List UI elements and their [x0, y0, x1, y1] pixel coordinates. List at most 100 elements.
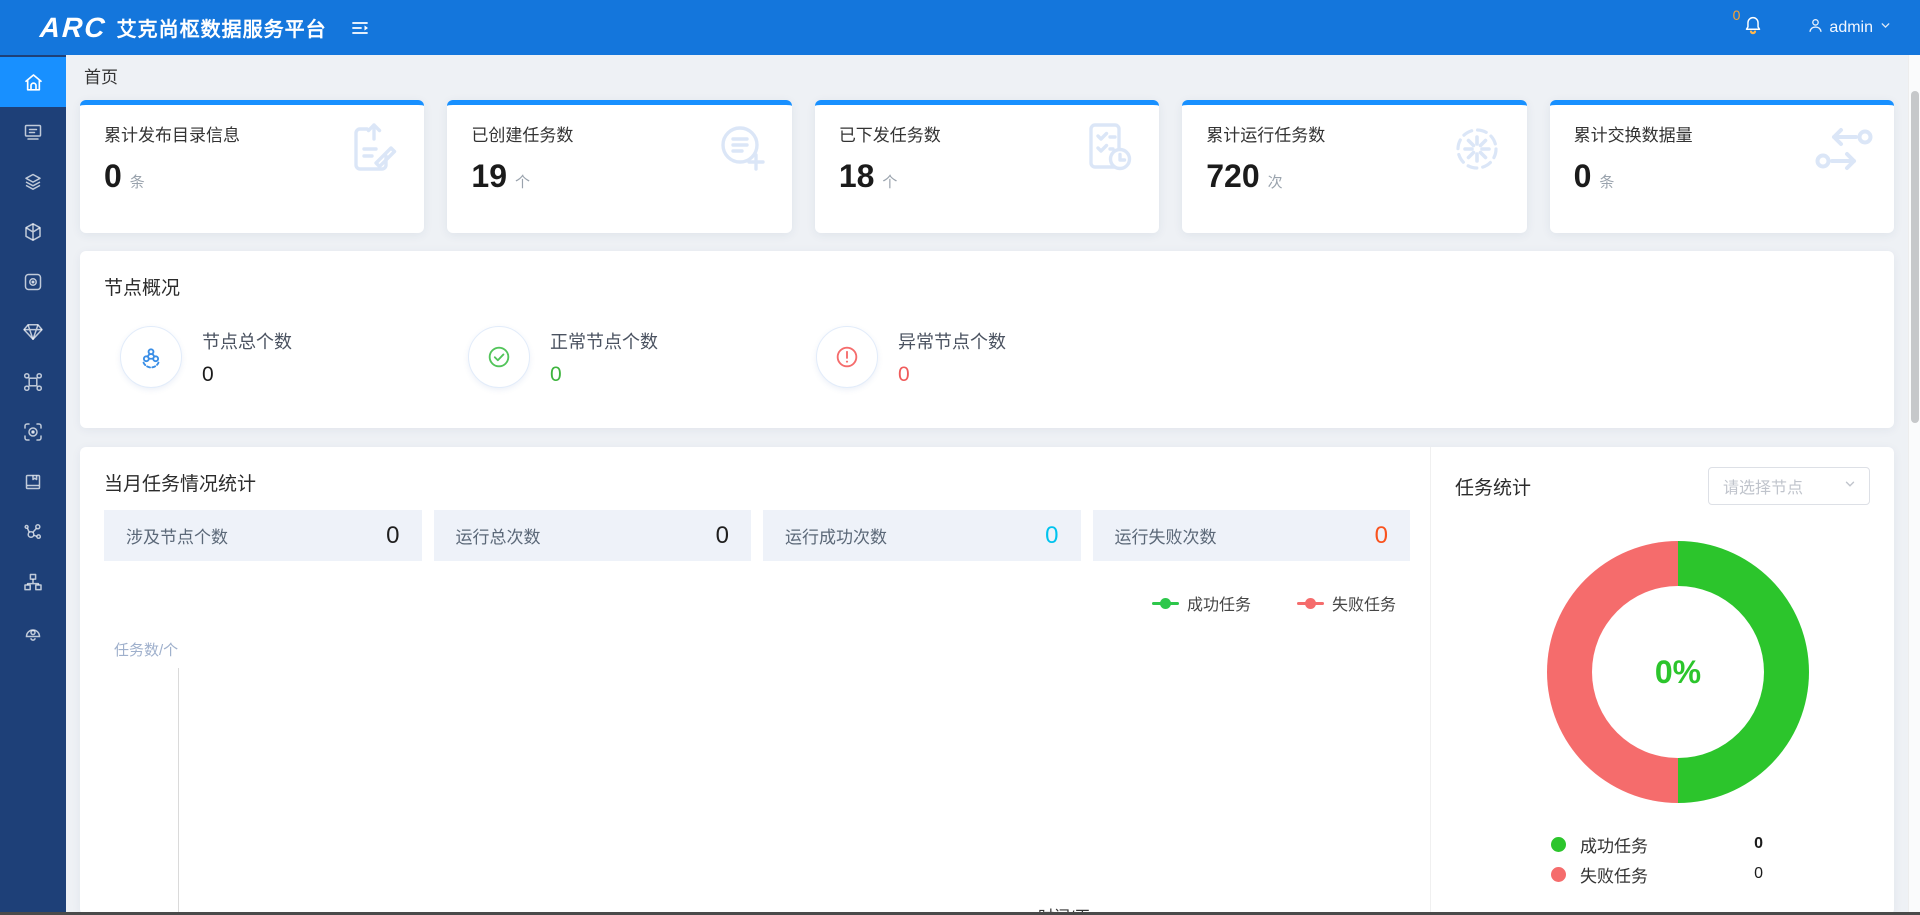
- task-stats-section: 任务统计 请选择节点 0% 成功任务: [1430, 447, 1894, 915]
- sidebar-item-alarm[interactable]: [0, 607, 66, 657]
- stat-box-label: 运行成功次数: [785, 523, 887, 548]
- node-overview-panel: 节点概况 节点总个数 0 正常节点个数: [80, 251, 1894, 428]
- sidebar-item-cube[interactable]: [0, 207, 66, 257]
- doc-publish-icon: [342, 117, 406, 186]
- node-abnormal-icon: [816, 326, 878, 388]
- layers-icon: [21, 170, 45, 194]
- app-root: ARC 艾克尚枢数据服务平台 0 admin: [0, 0, 1920, 915]
- node-total-icon: [120, 326, 182, 388]
- topbar: ARC 艾克尚枢数据服务平台 0 admin: [0, 0, 1920, 55]
- node-items: 节点总个数 0 正常节点个数 0: [104, 326, 1870, 388]
- sidebar-item-archive[interactable]: [0, 457, 66, 507]
- app-title: 艾克尚枢数据服务平台: [117, 13, 327, 42]
- stat-box-value: 0: [1375, 522, 1388, 550]
- node-select-dropdown[interactable]: 请选择节点: [1708, 467, 1870, 505]
- sidebar-item-sitemap[interactable]: [0, 557, 66, 607]
- target-scan-icon: [21, 420, 45, 444]
- stat-card-unit: 条: [1599, 171, 1614, 192]
- donut-legend-value: 0: [1754, 835, 1763, 853]
- stat-card-created-tasks: 已创建任务数 19个: [447, 100, 791, 233]
- chevron-down-icon: [1879, 19, 1892, 37]
- sidebar-item-catalog[interactable]: [0, 107, 66, 157]
- donut-legend-failed[interactable]: 失败任务 0: [1551, 859, 1763, 889]
- archive-box-icon: [21, 470, 45, 494]
- notification-button[interactable]: 0: [1733, 13, 1765, 42]
- sidebar-nav: [0, 55, 66, 915]
- success-dot: [1551, 837, 1566, 852]
- donut-legend-success[interactable]: 成功任务 0: [1551, 829, 1763, 859]
- node-item-label: 正常节点个数: [550, 328, 658, 354]
- stat-card-unit: 条: [130, 171, 145, 192]
- stat-box-total-runs: 运行总次数 0: [434, 510, 752, 561]
- failed-dot: [1551, 867, 1566, 882]
- task-dispatched-icon: [1077, 117, 1141, 186]
- sitemap-icon: [21, 570, 45, 594]
- bottom-panel: 当月任务情况统计 涉及节点个数 0 运行总次数 0 运行成功次数 0: [80, 447, 1894, 915]
- legend-label: 失败任务: [1332, 591, 1396, 615]
- legend-failed-tasks[interactable]: 失败任务: [1297, 591, 1396, 615]
- stat-cards-row: 累计发布目录信息 0条 已创建任务数 19个 已下发任务数 18个 累计运行任务…: [80, 100, 1894, 233]
- task-running-icon: [1445, 117, 1509, 186]
- monthly-task-section: 当月任务情况统计 涉及节点个数 0 运行总次数 0 运行成功次数 0: [80, 447, 1430, 915]
- username-label: admin: [1829, 19, 1873, 37]
- sidebar-item-molecule[interactable]: [0, 507, 66, 557]
- donut-legend-label: 成功任务: [1580, 832, 1648, 857]
- select-chevron-down-icon: [1843, 477, 1857, 496]
- node-item-value: 0: [898, 363, 1006, 387]
- select-placeholder: 请选择节点: [1723, 474, 1803, 498]
- data-exchange-icon: [1812, 117, 1876, 186]
- legend-success-tasks[interactable]: 成功任务: [1152, 591, 1251, 615]
- node-normal-icon: [468, 326, 530, 388]
- stat-card-value: 0: [1574, 158, 1592, 195]
- stat-box-success-runs: 运行成功次数 0: [763, 510, 1081, 561]
- sidebar-item-layers[interactable]: [0, 157, 66, 207]
- line-chart-legend: 成功任务 失败任务: [104, 591, 1410, 615]
- sidebar-item-home[interactable]: [0, 57, 66, 107]
- sidebar-item-box-gear[interactable]: [0, 257, 66, 307]
- donut-legend: 成功任务 0 失败任务 0: [1551, 829, 1763, 889]
- main-content: 首页 累计发布目录信息 0条 已创建任务数 19个 已下发任务数 18个 累计运…: [66, 55, 1920, 915]
- stat-card-dispatched-tasks: 已下发任务数 18个: [815, 100, 1159, 233]
- stat-box-nodes-involved: 涉及节点个数 0: [104, 510, 422, 561]
- task-stats-title: 任务统计: [1455, 473, 1531, 500]
- stat-card-value: 18: [839, 158, 875, 195]
- stat-card-value: 19: [471, 158, 507, 195]
- monthly-stat-boxes: 涉及节点个数 0 运行总次数 0 运行成功次数 0 运行失败次数 0: [104, 510, 1410, 561]
- stat-card-unit: 个: [882, 171, 897, 192]
- topbar-right: 0 admin: [1733, 13, 1892, 42]
- breadcrumb: 首页: [80, 55, 1894, 100]
- stat-box-label: 涉及节点个数: [126, 523, 228, 548]
- task-donut-chart: 0%: [1547, 541, 1809, 803]
- sidebar-item-gem[interactable]: [0, 307, 66, 357]
- stat-box-value: 0: [716, 522, 729, 550]
- alarm-bell-icon: [21, 620, 45, 644]
- command-icon: [21, 370, 45, 394]
- stat-box-value: 0: [386, 522, 399, 550]
- y-axis-label: 任务数/个: [114, 639, 1410, 660]
- user-menu[interactable]: admin: [1806, 16, 1892, 40]
- stat-card-run-tasks: 累计运行任务数 720次: [1182, 100, 1526, 233]
- node-item-label: 异常节点个数: [898, 328, 1006, 354]
- molecule-icon: [21, 520, 45, 544]
- user-icon: [1806, 16, 1825, 40]
- scrollbar-track[interactable]: [1908, 55, 1920, 915]
- stat-card-unit: 个: [515, 171, 530, 192]
- node-item-normal: 正常节点个数 0: [468, 326, 816, 388]
- legend-success-marker: [1152, 602, 1179, 605]
- task-created-icon: [710, 117, 774, 186]
- monthly-task-title: 当月任务情况统计: [104, 469, 1410, 496]
- sidebar-item-command[interactable]: [0, 357, 66, 407]
- stat-box-failed-runs: 运行失败次数 0: [1093, 510, 1411, 561]
- stat-card-unit: 次: [1268, 171, 1283, 192]
- stat-card-exchanged-data: 累计交换数据量 0条: [1550, 100, 1894, 233]
- collapse-menu-icon[interactable]: [349, 17, 371, 39]
- catalog-monitor-icon: [21, 120, 45, 144]
- stat-card-published-catalog: 累计发布目录信息 0条: [80, 100, 424, 233]
- sidebar-item-target[interactable]: [0, 407, 66, 457]
- legend-failed-marker: [1297, 602, 1324, 605]
- scrollbar-thumb[interactable]: [1911, 91, 1919, 423]
- node-overview-title: 节点概况: [104, 273, 1870, 300]
- bell-icon: [1742, 13, 1764, 42]
- node-item-abnormal: 异常节点个数 0: [816, 326, 1164, 388]
- donut-legend-label: 失败任务: [1580, 862, 1648, 887]
